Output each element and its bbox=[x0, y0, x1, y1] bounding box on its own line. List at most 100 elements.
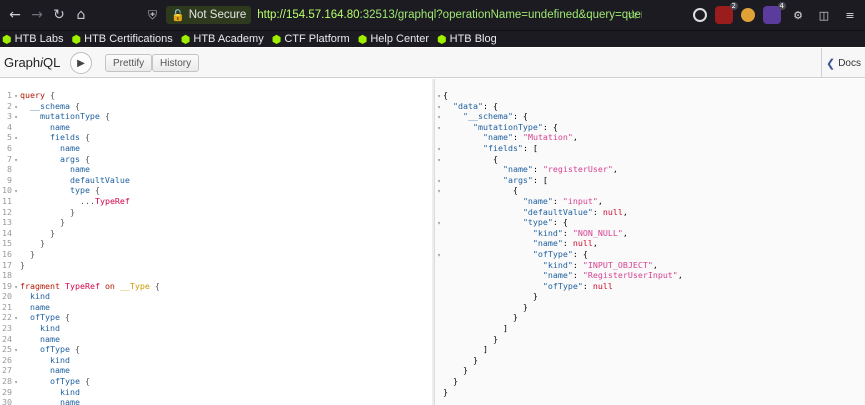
line-number: 22 bbox=[2, 312, 12, 323]
home-icon[interactable]: ⌂ bbox=[70, 4, 92, 26]
query-line[interactable]: 11 ...TypeRef bbox=[0, 196, 160, 207]
result-line-text: } bbox=[443, 354, 478, 365]
query-line[interactable]: 26 kind bbox=[0, 355, 160, 366]
query-editor[interactable]: 1 ▾ query {2 ▾ __schema {3 ▾ mutationType {4… bbox=[0, 79, 432, 405]
result-line: ▾ { bbox=[435, 154, 683, 165]
result-line: "ofType": null bbox=[435, 281, 683, 292]
query-line[interactable]: 6 name bbox=[0, 143, 160, 154]
line-number: 23 bbox=[2, 323, 12, 334]
line-number: 18 bbox=[2, 270, 12, 281]
docs-button[interactable]: ❮ Docs bbox=[821, 48, 865, 78]
result-line: } bbox=[435, 387, 683, 398]
query-line[interactable]: 13 } bbox=[0, 217, 160, 228]
forward-arrow-icon[interactable]: → bbox=[26, 4, 48, 26]
line-number: 9 bbox=[7, 174, 12, 185]
query-line[interactable]: 27 name bbox=[0, 365, 160, 376]
result-line: "name": "Mutation", bbox=[435, 132, 683, 143]
bookmark-htb-blog[interactable]: ⬢ HTB Blog bbox=[437, 33, 497, 46]
bookmark-htb-academy[interactable]: ⬢ HTB Academy bbox=[181, 33, 264, 46]
query-line[interactable]: 1 ▾ query { bbox=[0, 90, 160, 101]
extension-red-icon[interactable]: 2 bbox=[715, 2, 738, 24]
history-button[interactable]: History bbox=[152, 54, 200, 72]
query-line[interactable]: 18 bbox=[0, 270, 160, 281]
back-arrow-icon[interactable]: ← bbox=[4, 4, 26, 26]
settings-icon[interactable]: ⚙ bbox=[789, 6, 807, 24]
result-line: ▾ "type": { bbox=[435, 217, 683, 228]
docs-label: Docs bbox=[838, 57, 861, 69]
cookie-extension-icon[interactable] bbox=[741, 8, 755, 22]
query-line[interactable]: 23 kind bbox=[0, 323, 160, 334]
extensions-puzzle-icon[interactable]: ◫ bbox=[815, 6, 833, 24]
query-line[interactable]: 15 } bbox=[0, 238, 160, 249]
query-line[interactable]: 20 kind bbox=[0, 291, 160, 302]
bookmark-label: HTB Labs bbox=[14, 33, 64, 45]
execute-query-button[interactable]: ▶ bbox=[70, 52, 92, 74]
line-number: 29 bbox=[2, 386, 12, 397]
bookmark-help-center[interactable]: ⬢ Help Center bbox=[358, 33, 429, 46]
query-line[interactable]: 12 } bbox=[0, 207, 160, 218]
result-line-text: "kind": "NON_NULL", bbox=[532, 227, 628, 238]
bookmark-star-icon[interactable]: ☆ bbox=[627, 8, 639, 23]
query-code[interactable]: 1 ▾ query {2 ▾ __schema {3 ▾ mutationType {4… bbox=[0, 90, 160, 405]
result-line-text: } bbox=[443, 386, 448, 397]
query-line[interactable]: 16 } bbox=[0, 249, 160, 260]
not-secure-label: Not Secure bbox=[188, 9, 247, 21]
query-line[interactable]: 25 ▾ ofType { bbox=[0, 344, 160, 355]
query-line-text: ofType { bbox=[30, 312, 70, 323]
query-line[interactable]: 29 kind bbox=[0, 387, 160, 398]
result-line: ▾ "args": [ bbox=[435, 175, 683, 186]
query-line-text: kind bbox=[39, 323, 60, 334]
query-line-text: mutationType { bbox=[39, 111, 110, 122]
result-line-text: } bbox=[443, 301, 528, 312]
query-line[interactable]: 24 name bbox=[0, 334, 160, 345]
query-line[interactable]: 17} bbox=[0, 260, 160, 271]
query-line[interactable]: 19 ▾ fragment TypeRef on __Type { bbox=[0, 281, 160, 292]
query-line[interactable]: 14 } bbox=[0, 228, 160, 239]
result-line-text: "type": { bbox=[522, 217, 568, 228]
result-line-text: "mutationType": { bbox=[472, 121, 558, 132]
query-line[interactable]: 22 ▾ ofType { bbox=[0, 312, 160, 323]
query-line[interactable]: 7 ▾ args { bbox=[0, 154, 160, 165]
account-icon[interactable] bbox=[693, 8, 707, 22]
query-line[interactable]: 30 name bbox=[0, 397, 160, 405]
address-bar[interactable]: ⛨ 🔓 Not Secure http://154.57.164.80:3251… bbox=[148, 5, 648, 25]
bookmark-htb-labs[interactable]: ⬢ HTB Labs bbox=[2, 33, 64, 46]
query-line-text: name bbox=[49, 121, 70, 132]
result-line: ] bbox=[435, 323, 683, 334]
result-viewer: ▾{▾ "data": {▾ "__schema": {▾ "mutationT… bbox=[434, 79, 865, 405]
query-line[interactable]: 9 defaultValue bbox=[0, 175, 160, 186]
result-line-text: "name": "registerUser", bbox=[502, 164, 618, 175]
logo-suffix: QL bbox=[43, 55, 61, 70]
query-line[interactable]: 10 ▾ type { bbox=[0, 185, 160, 196]
url-text[interactable]: http://154.57.164.80:32513/graphql?opera… bbox=[257, 9, 642, 21]
query-line[interactable]: 8 name bbox=[0, 164, 160, 175]
result-line: "name": "input", bbox=[435, 196, 683, 207]
query-line[interactable]: 28 ▾ ofType { bbox=[0, 376, 160, 387]
result-line: } bbox=[435, 334, 683, 345]
shield-icon[interactable]: ⛨ bbox=[148, 8, 162, 22]
query-line[interactable]: 5 ▾ fields { bbox=[0, 132, 160, 143]
query-line[interactable]: 3 ▾ mutationType { bbox=[0, 111, 160, 122]
query-line[interactable]: 4 name bbox=[0, 122, 160, 133]
prettify-button[interactable]: Prettify bbox=[105, 54, 153, 72]
reload-icon[interactable]: ↻ bbox=[48, 4, 70, 26]
htb-cube-icon: ⬢ bbox=[71, 33, 82, 46]
logo-prefix: Graph bbox=[4, 55, 41, 70]
result-line-text: "ofType": { bbox=[532, 248, 588, 259]
line-number: 24 bbox=[2, 333, 12, 344]
menu-icon[interactable]: ≡ bbox=[841, 6, 859, 24]
result-line-text: "args": [ bbox=[502, 174, 548, 185]
query-line[interactable]: 21 name bbox=[0, 302, 160, 313]
query-line[interactable]: 2 ▾ __schema { bbox=[0, 101, 160, 112]
bookmark-ctf-platform[interactable]: ⬢ CTF Platform bbox=[272, 33, 350, 46]
line-number: 13 bbox=[2, 217, 12, 228]
extension-badge: 2 bbox=[729, 2, 738, 10]
line-number: 4 bbox=[7, 121, 12, 132]
extension-purple-icon[interactable]: 4 bbox=[763, 2, 786, 24]
not-secure-indicator[interactable]: 🔓 Not Secure bbox=[166, 6, 252, 24]
line-number: 25 bbox=[2, 344, 12, 355]
query-line-text: ofType { bbox=[49, 376, 90, 387]
bookmark-htb-certifications[interactable]: ⬢ HTB Certifications bbox=[72, 33, 173, 46]
query-line-text: name bbox=[39, 333, 60, 344]
result-line-text: "kind": "INPUT_OBJECT", bbox=[542, 259, 658, 270]
